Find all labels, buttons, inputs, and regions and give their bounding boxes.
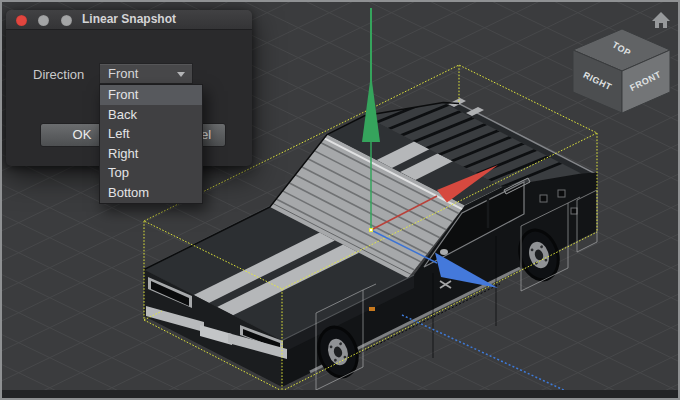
viewport[interactable]: TOP RIGHT FRONT Linear Snapshot Directio… bbox=[2, 2, 678, 398]
gizmo-origin-dot bbox=[370, 229, 372, 231]
side-marker bbox=[369, 307, 375, 311]
dialog-titlebar[interactable]: Linear Snapshot bbox=[6, 10, 252, 30]
chevron-down-icon bbox=[177, 72, 185, 77]
z-axis-ground-line bbox=[402, 315, 568, 392]
dialog-title: Linear Snapshot bbox=[6, 10, 252, 29]
direction-label: Direction bbox=[33, 67, 84, 82]
dropdown-option-front[interactable]: Front bbox=[100, 85, 202, 105]
dropdown-option-back[interactable]: Back bbox=[100, 105, 202, 125]
dropdown-option-bottom[interactable]: Bottom bbox=[100, 183, 202, 203]
y-axis-arrow[interactable] bbox=[362, 74, 380, 142]
rear-detail-2 bbox=[558, 190, 565, 197]
app-window: TOP RIGHT FRONT Linear Snapshot Directio… bbox=[0, 0, 680, 400]
view-cube[interactable]: TOP RIGHT FRONT bbox=[573, 29, 670, 113]
dropdown-list: Front Back Left Right Top Bottom bbox=[99, 84, 203, 204]
dropdown-value: Front bbox=[108, 64, 138, 83]
direction-dropdown[interactable]: Front bbox=[99, 63, 193, 84]
rear-detail-3 bbox=[571, 208, 577, 214]
dropdown-option-top[interactable]: Top bbox=[100, 163, 202, 183]
bottom-bar bbox=[2, 390, 678, 398]
rear-detail-1 bbox=[540, 195, 547, 202]
dropdown-option-left[interactable]: Left bbox=[100, 124, 202, 144]
dropdown-option-right[interactable]: Right bbox=[100, 144, 202, 164]
